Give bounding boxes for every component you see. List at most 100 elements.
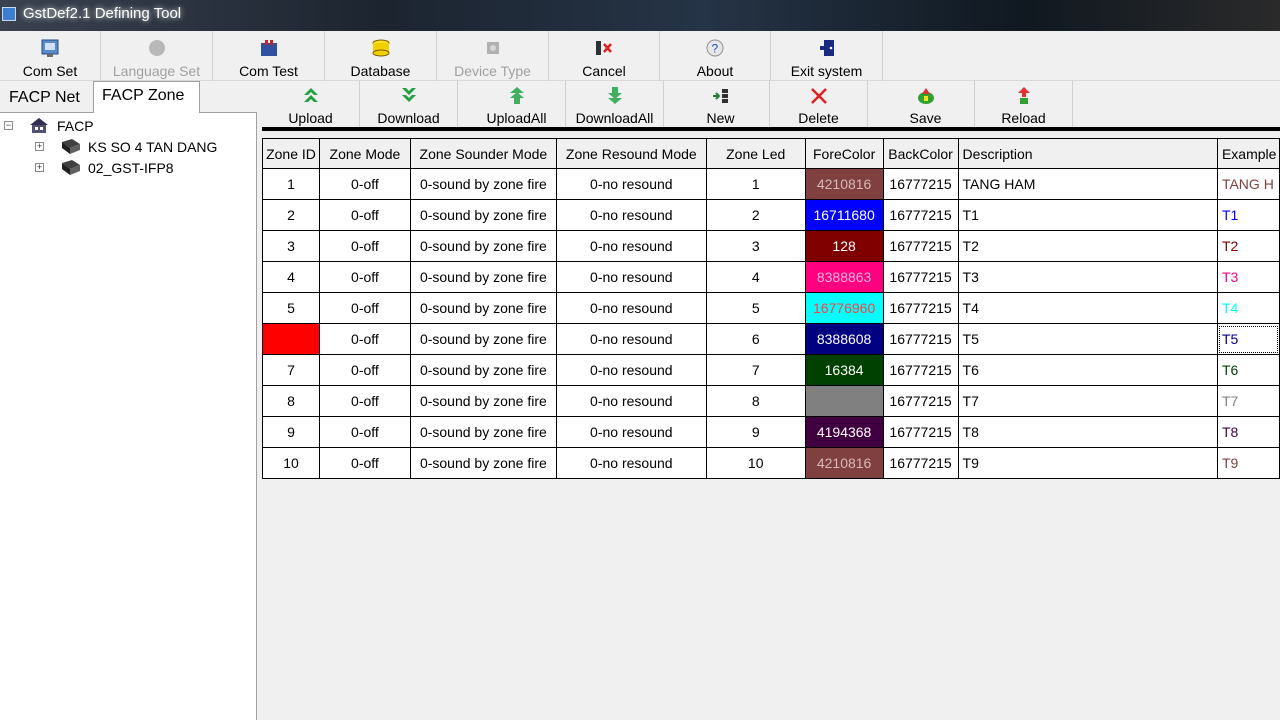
description-cell[interactable]: T5	[957, 323, 1218, 355]
col-zone-resound-mode[interactable]: Zone Resound Mode	[555, 138, 707, 169]
zone-led-cell[interactable]: 10	[705, 447, 806, 479]
zone-resound-mode-cell[interactable]: 0-no resound	[555, 292, 707, 324]
example-cell[interactable]: T5	[1216, 323, 1280, 355]
zone-resound-mode-cell[interactable]: 0-no resound	[555, 261, 707, 293]
table-row[interactable]: 4 0-off 0-sound by zone fire 0-no resound 4 8…	[262, 261, 1280, 293]
col-zone-mode[interactable]: Zone Mode	[318, 138, 411, 169]
table-row[interactable]: 8 0-off 0-sound by zone fire 0-no resound 8 1…	[262, 385, 1280, 417]
zone-led-cell[interactable]: 9	[705, 416, 806, 448]
zone-mode-cell[interactable]: 0-off	[318, 416, 411, 448]
col-zone-sounder-mode[interactable]: Zone Sounder Mode	[409, 138, 557, 169]
language-set-button[interactable]: Language Set	[101, 31, 213, 81]
description-cell[interactable]: T1	[957, 199, 1218, 231]
zone-resound-mode-cell[interactable]: 0-no resound	[555, 447, 707, 479]
cancel-button[interactable]: Cancel	[549, 31, 660, 81]
example-cell[interactable]: T6	[1216, 354, 1280, 386]
save-button[interactable]: Save	[877, 81, 975, 127]
fore-color-cell[interactable]: 16711680	[804, 199, 884, 231]
zone-resound-mode-cell[interactable]: 0-no resound	[555, 199, 707, 231]
col-fore-color[interactable]: ForeColor	[804, 138, 884, 169]
database-button[interactable]: Database	[325, 31, 437, 81]
zone-sounder-mode-cell[interactable]: 0-sound by zone fire	[409, 199, 557, 231]
zone-id-cell[interactable]: 6	[262, 323, 320, 355]
new-button[interactable]: New	[672, 81, 770, 127]
tab-facp-net[interactable]: FACP Net	[1, 84, 88, 113]
zone-id-cell[interactable]: 10	[262, 447, 320, 479]
zone-mode-cell[interactable]: 0-off	[318, 385, 411, 417]
tree-node[interactable]: + 02_GST-IFP8	[0, 157, 257, 178]
table-row[interactable]: 5 0-off 0-sound by zone fire 0-no resound 5 1…	[262, 292, 1280, 324]
zone-id-cell[interactable]: 4	[262, 261, 320, 293]
description-cell[interactable]: T2	[957, 230, 1218, 262]
back-color-cell[interactable]: 16777215	[882, 416, 959, 448]
collapse-icon[interactable]: −	[4, 121, 13, 130]
zone-sounder-mode-cell[interactable]: 0-sound by zone fire	[409, 354, 557, 386]
zone-sounder-mode-cell[interactable]: 0-sound by zone fire	[409, 261, 557, 293]
example-cell[interactable]: T8	[1216, 416, 1280, 448]
fore-color-cell[interactable]: 8388608	[804, 323, 884, 355]
table-row[interactable]: 1 0-off 0-sound by zone fire 0-no resound 1 4…	[262, 168, 1280, 200]
example-cell[interactable]: T1	[1216, 199, 1280, 231]
about-button[interactable]: ? About	[660, 31, 771, 81]
zone-mode-cell[interactable]: 0-off	[318, 168, 411, 200]
description-cell[interactable]: T4	[957, 292, 1218, 324]
col-zone-led[interactable]: Zone Led	[705, 138, 806, 169]
table-row[interactable]: 10 0-off 0-sound by zone fire 0-no resound 1…	[262, 447, 1280, 479]
zone-resound-mode-cell[interactable]: 0-no resound	[555, 385, 707, 417]
fore-color-cell[interactable]: 4194368	[804, 416, 884, 448]
zone-id-cell[interactable]: 8	[262, 385, 320, 417]
description-cell[interactable]: T9	[957, 447, 1218, 479]
zone-led-cell[interactable]: 7	[705, 354, 806, 386]
back-color-cell[interactable]: 16777215	[882, 230, 959, 262]
tab-facp-zone[interactable]: FACP Zone	[93, 81, 200, 113]
zone-resound-mode-cell[interactable]: 0-no resound	[555, 230, 707, 262]
expand-icon[interactable]: +	[35, 142, 44, 151]
example-cell[interactable]: TANG H	[1216, 168, 1280, 200]
download-all-button[interactable]: DownloadAll	[566, 81, 664, 127]
example-cell[interactable]: T7	[1216, 385, 1280, 417]
col-description[interactable]: Description	[957, 138, 1218, 169]
fore-color-cell[interactable]: 4210816	[804, 168, 884, 200]
description-cell[interactable]: T7	[957, 385, 1218, 417]
zone-led-cell[interactable]: 3	[705, 230, 806, 262]
zone-led-cell[interactable]: 5	[705, 292, 806, 324]
zone-mode-cell[interactable]: 0-off	[318, 230, 411, 262]
zone-sounder-mode-cell[interactable]: 0-sound by zone fire	[409, 292, 557, 324]
zone-id-cell[interactable]: 3	[262, 230, 320, 262]
exit-system-button[interactable]: Exit system	[771, 31, 883, 81]
com-set-button[interactable]: Com Set	[0, 31, 101, 81]
table-row[interactable]: 9 0-off 0-sound by zone fire 0-no resound 9 4…	[262, 416, 1280, 448]
col-example[interactable]: Example	[1216, 138, 1280, 169]
description-cell[interactable]: T8	[957, 416, 1218, 448]
back-color-cell[interactable]: 16777215	[882, 323, 959, 355]
col-zone-id[interactable]: Zone ID	[262, 138, 320, 169]
col-back-color[interactable]: BackColor	[882, 138, 959, 169]
zone-resound-mode-cell[interactable]: 0-no resound	[555, 354, 707, 386]
expand-icon[interactable]: +	[35, 163, 44, 172]
zone-led-cell[interactable]: 4	[705, 261, 806, 293]
zone-sounder-mode-cell[interactable]: 0-sound by zone fire	[409, 385, 557, 417]
back-color-cell[interactable]: 16777215	[882, 199, 959, 231]
zone-mode-cell[interactable]: 0-off	[318, 323, 411, 355]
example-cell[interactable]: T3	[1216, 261, 1280, 293]
fore-color-cell[interactable]: 16384	[804, 354, 884, 386]
zone-sounder-mode-cell[interactable]: 0-sound by zone fire	[409, 416, 557, 448]
tree-root[interactable]: − FACP	[0, 115, 257, 136]
zone-mode-cell[interactable]: 0-off	[318, 354, 411, 386]
fore-color-cell[interactable]: 4210816	[804, 447, 884, 479]
table-row[interactable]: 6 0-off 0-sound by zone fire 0-no resound 6 8…	[262, 323, 1280, 355]
delete-button[interactable]: Delete	[770, 81, 868, 127]
tree-node[interactable]: + KS SO 4 TAN DANG	[0, 136, 257, 157]
table-row[interactable]: 2 0-off 0-sound by zone fire 0-no resound 2 1…	[262, 199, 1280, 231]
upload-all-button[interactable]: UploadAll	[468, 81, 566, 127]
zone-resound-mode-cell[interactable]: 0-no resound	[555, 323, 707, 355]
download-button[interactable]: Download	[360, 81, 458, 127]
zone-sounder-mode-cell[interactable]: 0-sound by zone fire	[409, 168, 557, 200]
fore-color-cell[interactable]: 128	[804, 230, 884, 262]
zone-led-cell[interactable]: 6	[705, 323, 806, 355]
zone-mode-cell[interactable]: 0-off	[318, 447, 411, 479]
upload-button[interactable]: Upload	[262, 81, 360, 127]
zone-resound-mode-cell[interactable]: 0-no resound	[555, 416, 707, 448]
back-color-cell[interactable]: 16777215	[882, 447, 959, 479]
fore-color-cell[interactable]	[804, 385, 884, 417]
